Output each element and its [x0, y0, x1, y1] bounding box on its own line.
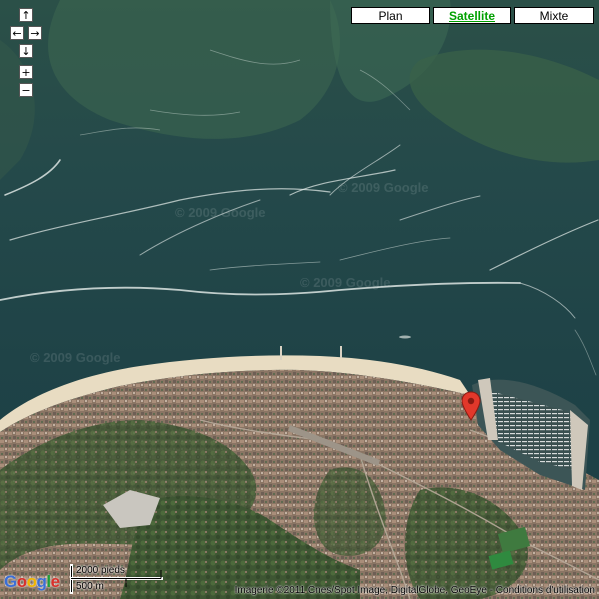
watermark-text: © 2009 Google [30, 350, 121, 365]
minus-icon: − [21, 83, 31, 97]
logo-letter: o [16, 572, 27, 591]
satellite-map[interactable]: © 2009 Google © 2009 Google © 2009 Googl… [0, 0, 599, 599]
arrow-left-icon: ← [12, 26, 22, 40]
watermark-text: © 2009 Google [300, 275, 391, 290]
arrow-down-icon: ↓ [21, 44, 31, 58]
pan-up-button[interactable]: ↑ [19, 8, 33, 22]
logo-letter: G [4, 572, 17, 591]
map-type-plan-button[interactable]: Plan [351, 7, 430, 24]
logo-letter: g [36, 572, 47, 591]
arrow-up-icon: ↑ [21, 8, 31, 22]
scale-metric-label: 500 m [76, 581, 104, 592]
logo-letter: o [26, 572, 37, 591]
pan-left-button[interactable]: ← [10, 26, 24, 40]
logo-letter: e [50, 572, 60, 591]
scale-bar: 2000 pieds 500 m [70, 564, 165, 594]
watermark-text: © 2009 Google [338, 180, 429, 195]
plus-icon: + [21, 65, 31, 79]
arrow-right-icon: → [30, 26, 40, 40]
scale-imperial-label: 2000 pieds [76, 565, 125, 576]
pan-down-button[interactable]: ↓ [19, 44, 33, 58]
satellite-imagery[interactable] [0, 0, 599, 599]
zoom-in-button[interactable]: + [19, 65, 33, 79]
pan-right-button[interactable]: → [28, 26, 42, 40]
zoom-out-button[interactable]: − [19, 83, 33, 97]
map-pin-icon[interactable] [461, 391, 481, 421]
watermark-text: © 2009 Google [175, 205, 266, 220]
map-type-mixte-button[interactable]: Mixte [514, 7, 594, 24]
copyright-text[interactable]: Imagerie ©2011 Cnes/Spot Image, DigitalG… [235, 585, 595, 596]
google-logo[interactable]: Google [4, 572, 60, 592]
map-type-satellite-button[interactable]: Satellite [433, 7, 511, 24]
